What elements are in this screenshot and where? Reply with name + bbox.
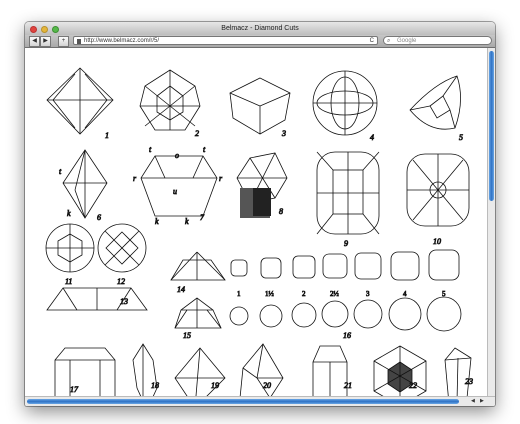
- scroll-right-arrow-icon[interactable]: ▶: [480, 398, 484, 404]
- figure-21-column: [312, 345, 348, 396]
- reload-icon[interactable]: C: [370, 37, 374, 46]
- figure-4-rose: [312, 70, 378, 136]
- figure-11-round-top: [45, 223, 95, 273]
- figure-label-1: 1: [105, 131, 109, 140]
- facet-letter-k1: k: [155, 217, 159, 226]
- figure-label-22: 22: [409, 381, 417, 390]
- figure-label-6: 6: [97, 213, 101, 222]
- figure-1-octahedron: [46, 67, 114, 135]
- figure-label-15: 15: [183, 331, 191, 340]
- browser-window: Belmacz - Diamond Cuts ◀ ▶ + http://www.…: [25, 22, 495, 406]
- figure-label-21: 21: [344, 381, 352, 390]
- figure-label-23: 23: [465, 377, 473, 386]
- minimize-window-button[interactable]: [40, 26, 48, 33]
- facet-letter-r2: r: [219, 174, 223, 183]
- figure-label-10: 10: [433, 237, 441, 246]
- zoom-window-button[interactable]: [51, 26, 59, 33]
- figure-label-3: 3: [281, 129, 286, 138]
- figure-label-20: 20: [263, 381, 271, 390]
- figure-label-19: 19: [211, 381, 219, 390]
- browser-toolbar: ◀ ▶ + http://www.belmacz.com/r/5/ C ⌕ Go…: [25, 35, 495, 48]
- figure-label-2: 2: [195, 129, 199, 138]
- window-title: Belmacz - Diamond Cuts: [221, 25, 299, 32]
- facet-letter-t2: t: [203, 145, 206, 154]
- figure-label-11: 11: [65, 277, 72, 286]
- size-label-5: 5: [442, 290, 446, 298]
- size-label-2-half: 2½: [330, 290, 339, 298]
- figure-17-prism: [54, 347, 116, 396]
- figure-label-14: 14: [177, 285, 185, 294]
- scroll-left-arrow-icon[interactable]: ◀: [471, 398, 475, 404]
- figure-7-table: [140, 155, 218, 217]
- figure-20-crystal: [239, 343, 284, 396]
- close-window-button[interactable]: [30, 26, 37, 33]
- figure-9-old-mine: [316, 151, 380, 235]
- horizontal-scroll-thumb[interactable]: [27, 399, 459, 404]
- figure-label-16: 16: [343, 331, 351, 340]
- horizontal-scrollbar[interactable]: ◀ ▶: [25, 396, 495, 406]
- address-url: http://www.belmacz.com/r/5/: [84, 38, 160, 44]
- figure-label-4: 4: [370, 133, 374, 142]
- figure-22-hexagon: [373, 345, 427, 396]
- figure-label-5: 5: [459, 133, 463, 142]
- search-icon: ⌕: [387, 38, 391, 44]
- figure-10-cushion-pavilion: [406, 153, 470, 227]
- figure-label-9: 9: [344, 239, 348, 248]
- facet-letter-t3: t: [149, 145, 152, 154]
- vertical-scrollbar[interactable]: [487, 48, 495, 396]
- size-label-2: 2: [302, 290, 306, 298]
- facet-letter-o: o: [175, 151, 179, 160]
- size-label-4: 4: [403, 290, 407, 298]
- figure-23-prism: [444, 347, 472, 396]
- facet-letter-u: u: [173, 187, 177, 196]
- facet-letter-r1: r: [133, 174, 137, 183]
- diamond-cuts-plate: 1 2 3 4 5 6 7 8 9 10 11 12 13 14 15 16 1…: [45, 67, 473, 396]
- figure-label-12: 12: [117, 277, 125, 286]
- figure-15-dome: [174, 297, 222, 329]
- page-icon: [77, 39, 81, 44]
- figure-6-double-pyramid: [62, 149, 108, 219]
- title-bar: Belmacz - Diamond Cuts: [25, 22, 495, 35]
- figure-label-18: 18: [151, 381, 159, 390]
- figure-label-17: 17: [70, 385, 79, 394]
- vertical-scroll-thumb[interactable]: [489, 51, 494, 201]
- address-bar[interactable]: http://www.belmacz.com/r/5/ C: [73, 36, 378, 45]
- add-bookmark-button[interactable]: +: [58, 36, 69, 47]
- figure-3-cushion: [229, 77, 291, 135]
- page-content: 1 2 3 4 5 6 7 8 9 10 11 12 13 14 15 16 1…: [25, 48, 487, 396]
- size-label-1-half: 1½: [265, 290, 274, 298]
- figure-label-7: 7: [200, 213, 205, 222]
- figure-2-brilliant: [139, 69, 201, 131]
- forward-button[interactable]: ▶: [40, 36, 51, 47]
- figure-13-profile: [46, 287, 148, 311]
- facet-letter-t1: t: [59, 167, 62, 176]
- facet-letter-k3: k: [67, 209, 71, 218]
- figure-5-pear: [409, 75, 461, 130]
- search-placeholder: Google: [397, 38, 417, 44]
- search-field[interactable]: ⌕ Google: [383, 36, 492, 45]
- figure-label-13: 13: [120, 297, 128, 306]
- size-label-1: 1: [237, 290, 241, 298]
- back-button[interactable]: ◀: [29, 36, 40, 47]
- figure-12-round-pavilion: [97, 223, 147, 273]
- size-label-3: 3: [366, 290, 370, 298]
- figure-label-8: 8: [279, 207, 283, 216]
- figure-14-rose-profile: [170, 251, 226, 281]
- facet-letter-k2: k: [185, 217, 189, 226]
